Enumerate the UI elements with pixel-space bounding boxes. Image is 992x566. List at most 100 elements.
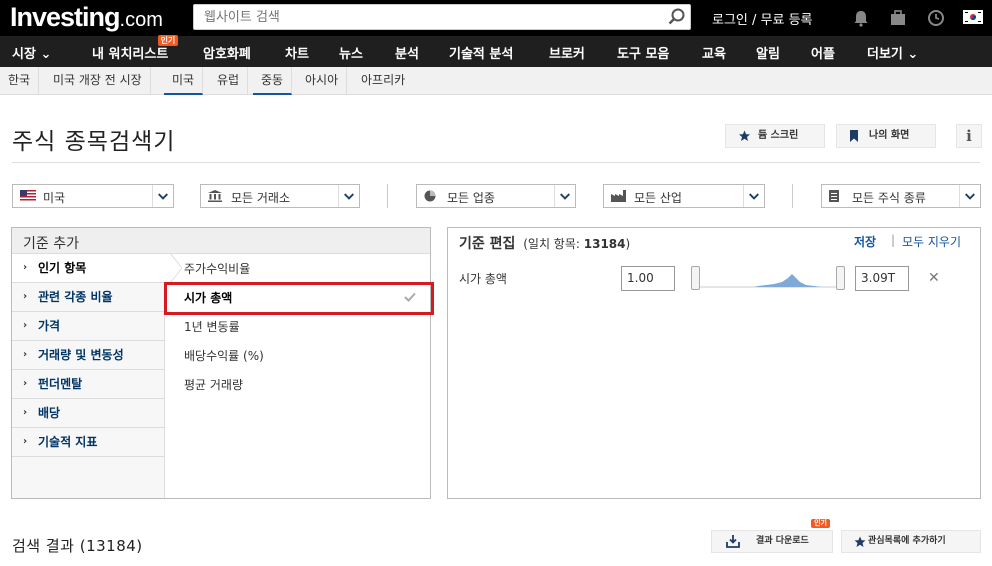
popular-badge: 인기 (811, 519, 830, 528)
slider-max-handle[interactable] (836, 266, 845, 290)
nav-crypto[interactable]: 암호화폐 (203, 43, 251, 62)
title-divider (12, 162, 980, 163)
nav-brokers[interactable]: 브로커 (549, 43, 585, 62)
nav-watchlist[interactable]: 내 워치리스트 인기 (92, 35, 179, 62)
bullet-icon: › (23, 291, 28, 302)
chevron-down-icon (959, 185, 975, 207)
bullet-icon: › (23, 436, 28, 447)
download-results-button[interactable]: 결과 다운로드 인기 (711, 519, 833, 553)
bullet-icon: › (23, 378, 28, 389)
match-count: (일치 항목: 13184) (523, 237, 631, 251)
bookmark-icon (850, 130, 858, 142)
criteria-item-pe-ratio[interactable]: 주가수익비율 (184, 260, 250, 277)
clear-all-link[interactable]: 모두 지우기 (902, 233, 961, 250)
my-screener-button[interactable]: 듐 스크린 (725, 124, 825, 148)
subnav-us[interactable]: 미국 (164, 67, 204, 95)
nav-apps[interactable]: 어플 (811, 43, 835, 62)
portfolio-icon[interactable] (888, 8, 908, 28)
subnav-europe[interactable]: 유럽 (209, 67, 249, 95)
region-subnav: 한국 미국 개장 전 시장 미국 유럽 중동 아시아 아프리카 (0, 67, 992, 95)
info-button[interactable]: i (956, 124, 982, 148)
subnav-us-premarket[interactable]: 미국 개장 전 시장 (45, 67, 151, 95)
pie-chart-icon (424, 190, 436, 202)
nav-analysis[interactable]: 분석 (395, 43, 419, 62)
min-value-input[interactable]: 1.00 (621, 266, 675, 291)
category-dividend[interactable]: › 배당 (12, 399, 165, 428)
industry-select[interactable]: 모든 산업 (603, 184, 765, 208)
chevron-down-icon (338, 185, 354, 207)
criteria-item-1y-change[interactable]: 1년 변동률 (184, 318, 240, 335)
equity-type-select[interactable]: 모든 주식 종류 (821, 184, 981, 208)
selected-highlight (164, 282, 434, 315)
criteria-row-label: 시가 총액 (459, 272, 507, 286)
category-price[interactable]: › 가격 (12, 312, 165, 341)
nav-education[interactable]: 교육 (702, 43, 726, 62)
nav-more[interactable]: 더보기 ⌄ (867, 43, 918, 62)
remove-criteria-icon[interactable]: ✕ (928, 270, 940, 286)
bell-icon[interactable] (851, 8, 871, 28)
bank-icon (208, 190, 222, 202)
download-icon (726, 535, 740, 548)
category-popular[interactable]: › 인기 항목 (12, 253, 182, 283)
save-link[interactable]: 저장 (854, 233, 876, 250)
category-technical[interactable]: › 기술적 지표 (12, 428, 165, 457)
market-cap-range-slider[interactable] (690, 266, 848, 291)
nav-news[interactable]: 뉴스 (339, 43, 363, 62)
us-flag-icon (20, 190, 36, 201)
category-fundamental[interactable]: › 펀더멘탈 (12, 370, 165, 399)
chevron-down-icon (743, 185, 759, 207)
category-volume-volatility[interactable]: › 거래량 및 변동성 (12, 341, 165, 370)
subnav-asia[interactable]: 아시아 (297, 67, 348, 95)
factory-icon (611, 190, 626, 202)
sector-select[interactable]: 모든 업종 (416, 184, 576, 208)
chevron-down-icon (152, 185, 168, 207)
criteria-item-dividend-yield[interactable]: 배당수익률 (%) (184, 347, 264, 364)
criteria-item-avg-volume[interactable]: 평균 거래량 (184, 376, 243, 393)
main-nav: 시장 ⌄ 내 워치리스트 인기 암호화폐 차트 뉴스 분석 기술적 분석 브로커 … (0, 35, 992, 67)
star-icon (739, 130, 750, 141)
korea-flag-icon[interactable] (963, 10, 983, 24)
country-select[interactable]: 미국 (12, 184, 174, 208)
active-arrow-icon (170, 253, 182, 283)
slider-min-handle[interactable] (691, 266, 700, 290)
filter-separator (387, 184, 388, 208)
search-icon[interactable] (668, 8, 686, 26)
my-screen-button[interactable]: 나의 화면 (836, 124, 936, 148)
add-to-watchlist-button[interactable]: 관심목록에 추가하기 (841, 530, 981, 553)
nav-alerts[interactable]: 알림 (756, 43, 780, 62)
edit-criteria-header: 기준 편집 (일치 항목: 13184) (459, 233, 630, 253)
nav-tools[interactable]: 도구 모음 (617, 43, 669, 62)
popular-badge: 인기 (157, 35, 179, 46)
nav-markets[interactable]: 시장 ⌄ (12, 43, 51, 62)
nav-technical[interactable]: 기술적 분석 (449, 43, 513, 62)
subnav-korea[interactable]: 한국 (0, 67, 40, 95)
site-search (193, 4, 691, 30)
bullet-icon: › (23, 407, 28, 418)
max-value-input[interactable]: 3.09T (855, 266, 909, 291)
action-separator: | (891, 233, 896, 247)
bullet-icon: › (23, 320, 28, 331)
subnav-middle-east[interactable]: 중동 (253, 67, 293, 95)
add-criteria-header: 기준 추가 (12, 228, 430, 254)
clock-icon[interactable] (926, 8, 946, 28)
bullet-icon: › (23, 349, 28, 360)
bullet-icon: › (23, 262, 28, 273)
star-icon (854, 536, 866, 547)
subnav-africa[interactable]: 아프리카 (353, 67, 413, 95)
filter-separator (792, 184, 793, 208)
document-icon (829, 190, 839, 202)
range-histogram (696, 274, 842, 288)
nav-charts[interactable]: 차트 (285, 43, 309, 62)
edit-criteria-title: 기준 편집 (459, 236, 516, 252)
top-bar: Investing.com 로그인 / 무료 등록 (0, 0, 992, 36)
add-criteria-title: 기준 추가 (23, 236, 79, 252)
category-ratios[interactable]: › 관련 각종 비율 (12, 283, 165, 312)
chevron-down-icon (554, 185, 570, 207)
page-title: 주식 종목검색기 (12, 129, 176, 155)
exchange-select[interactable]: 모든 거래소 (200, 184, 360, 208)
add-criteria-panel: 기준 추가 › 인기 항목 › 관련 각종 비율 › 가격 › 거래량 및 변동성 ›… (11, 227, 431, 499)
info-icon: i (966, 127, 972, 145)
investing-logo[interactable]: Investing.com (10, 2, 163, 33)
search-input[interactable] (194, 5, 654, 29)
login-register-link[interactable]: 로그인 / 무료 등록 (712, 9, 813, 28)
